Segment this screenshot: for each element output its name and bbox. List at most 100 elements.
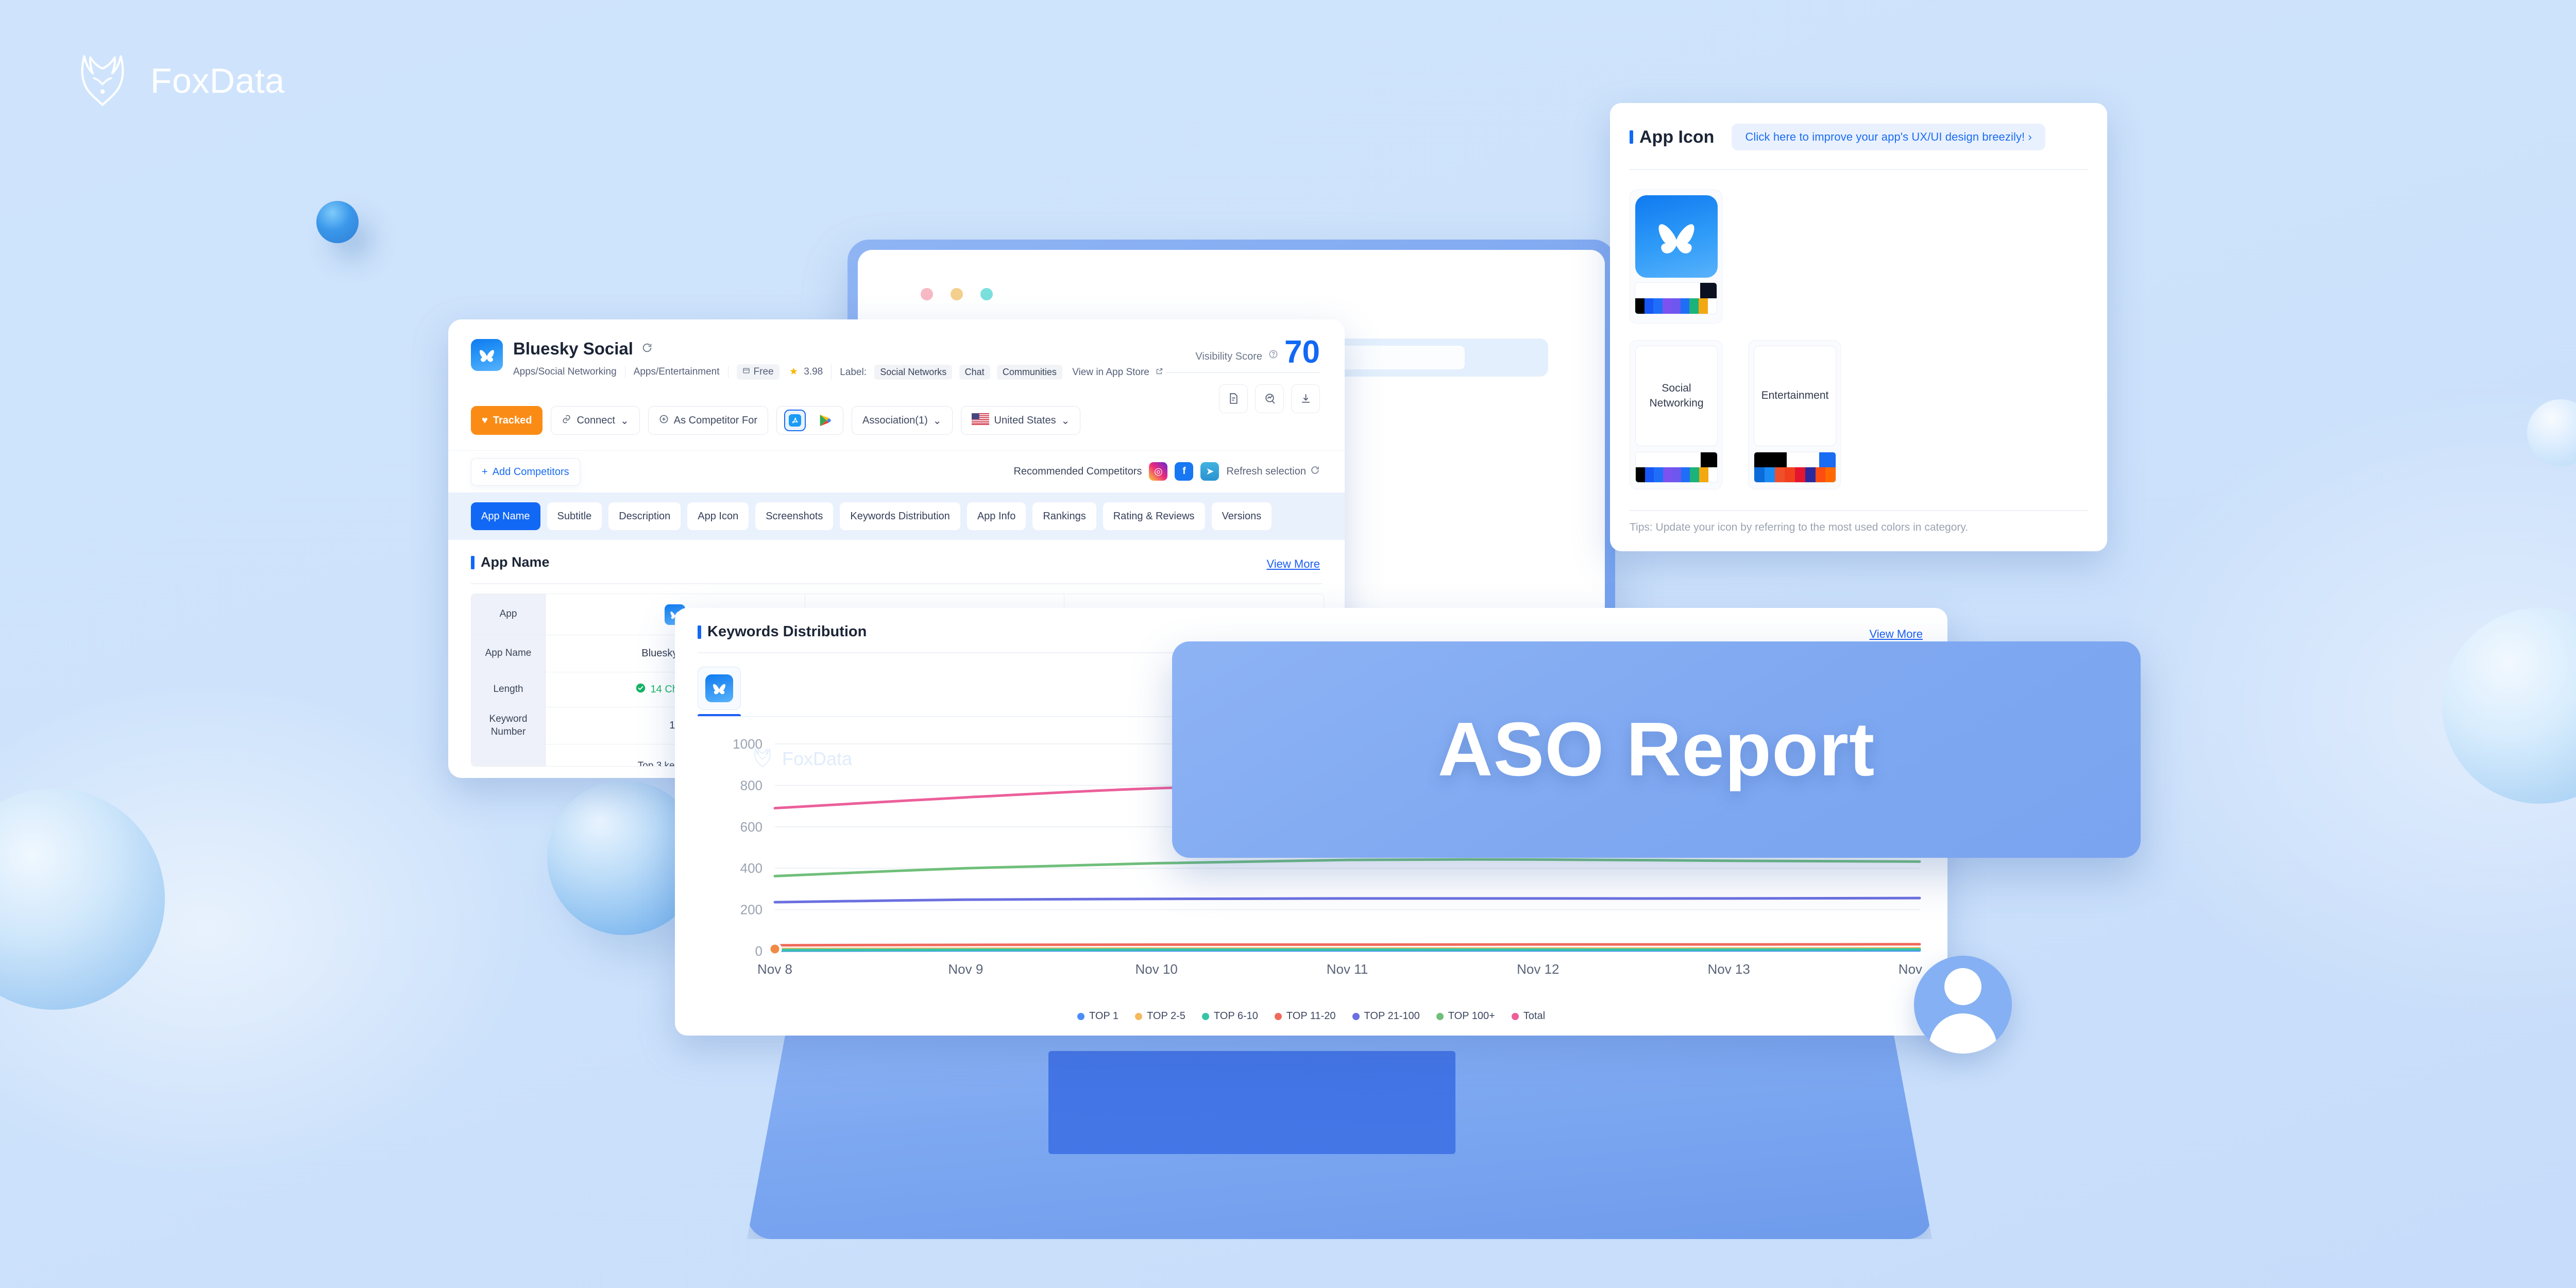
tab-screenshots[interactable]: Screenshots <box>755 502 834 530</box>
tab-versions[interactable]: Versions <box>1211 502 1272 530</box>
fox-head-icon <box>72 49 133 112</box>
tab-rankings[interactable]: Rankings <box>1032 502 1096 530</box>
help-icon[interactable] <box>1268 349 1278 367</box>
legend-item[interactable]: TOP 21-100 <box>1352 1010 1420 1022</box>
connect-button[interactable]: Connect ⌄ <box>551 406 640 435</box>
legend-item[interactable]: TOP 2-5 <box>1135 1010 1185 1022</box>
as-competitor-label: As Competitor For <box>673 414 758 426</box>
row-header: Length <box>471 672 546 707</box>
google-play-icon[interactable] <box>814 410 836 431</box>
x-axis-tick-label: Nov 12 <box>1517 961 1559 977</box>
label-chip[interactable]: Social Networks <box>874 364 953 380</box>
report-icon-button[interactable] <box>1219 384 1248 413</box>
heart-icon: ♥ <box>482 414 488 426</box>
color-swatch-cell <box>1764 467 1775 482</box>
chart-data-point-marker[interactable] <box>768 942 782 956</box>
tab-rating-and-reviews[interactable]: Rating & Reviews <box>1103 502 1205 530</box>
color-swatch-cell <box>1644 298 1654 314</box>
download-icon-button[interactable] <box>1291 384 1320 413</box>
view-more-link[interactable]: View More <box>1869 628 1923 641</box>
us-flag-icon <box>971 413 989 428</box>
x-axis-tick-label: Nov 8 <box>757 961 792 977</box>
x-axis-tick-label: Nov 11 <box>1327 961 1368 977</box>
color-swatch-cell <box>1684 452 1701 467</box>
legend-label: TOP 11-20 <box>1286 1010 1336 1022</box>
y-axis-tick-label: 600 <box>740 819 762 835</box>
country-dropdown[interactable]: United States ⌄ <box>960 406 1081 435</box>
association-dropdown[interactable]: Association(1) ⌄ <box>852 406 953 435</box>
tab-description[interactable]: Description <box>608 502 681 530</box>
app-meta-row: Apps/Social Networking Apps/Entertainmen… <box>513 364 1172 380</box>
color-swatch-cell <box>1684 283 1701 298</box>
facebook-icon[interactable]: f <box>1175 462 1194 481</box>
association-label: Association(1) <box>862 414 928 426</box>
color-swatch-cell <box>1654 467 1663 482</box>
add-competitors-button[interactable]: + Add Competitors <box>471 458 580 486</box>
tracked-button[interactable]: ♥ Tracked <box>471 406 543 435</box>
color-swatch-cell <box>1645 467 1654 482</box>
user-avatar[interactable] <box>1914 956 2012 1054</box>
brand-name: FoxData <box>150 61 285 100</box>
tab-app-name[interactable]: App Name <box>471 502 540 530</box>
avatar-body-shape <box>1929 1013 1997 1054</box>
legend-item[interactable]: Total <box>1511 1010 1545 1022</box>
legend-color-dot <box>1201 1012 1209 1020</box>
tab-app-info[interactable]: App Info <box>967 502 1026 530</box>
color-swatch-cell <box>1803 452 1820 467</box>
swatch-row-top <box>1635 283 1717 298</box>
row-header: App <box>471 594 546 635</box>
tab-subtitle[interactable]: Subtitle <box>547 502 602 530</box>
instagram-icon[interactable]: ◎ <box>1149 462 1168 481</box>
external-link-icon <box>1156 367 1163 378</box>
title-accent-bar <box>698 625 701 639</box>
tab-app-icon[interactable]: App Icon <box>687 502 749 530</box>
tab-keywords-distribution[interactable]: Keywords Distribution <box>840 502 960 530</box>
label-chip[interactable]: Chat <box>959 364 990 380</box>
category-card-entertainment[interactable]: Entertainment <box>1748 340 1841 489</box>
window-maximize-dot <box>980 288 993 300</box>
legend-color-dot <box>1274 1012 1282 1020</box>
color-swatch-cell <box>1785 467 1795 482</box>
legend-label: TOP 1 <box>1089 1010 1119 1022</box>
ux-ui-improve-cta-link[interactable]: Click here to improve your app's UX/UI d… <box>1732 124 2045 150</box>
refresh-selection-button[interactable]: Refresh selection <box>1226 465 1320 478</box>
color-swatch-cell <box>1636 452 1652 467</box>
color-swatch-cell <box>1795 467 1805 482</box>
rating-value: 3.98 <box>804 366 823 377</box>
color-swatch-cell <box>1635 283 1652 298</box>
app-store-icon[interactable] <box>784 410 806 431</box>
legend-color-dot <box>1135 1012 1143 1020</box>
as-competitor-for-button[interactable]: As Competitor For <box>648 406 769 435</box>
keywords-app-tab[interactable] <box>698 667 741 710</box>
legend-item[interactable]: TOP 100+ <box>1436 1010 1495 1022</box>
aso-report-title: ASO Report <box>1437 707 1875 792</box>
divider <box>1165 371 1320 373</box>
category-color-swatch <box>1754 452 1836 483</box>
browser-chrome-bar <box>858 250 1605 327</box>
aso-report-banner: ASO Report <box>1172 641 2141 858</box>
keywords-title-text: Keywords Distribution <box>707 623 867 640</box>
legend-item[interactable]: TOP 11-20 <box>1274 1010 1336 1022</box>
watermark-text: FoxData <box>782 748 853 769</box>
label-chip[interactable]: Communities <box>996 364 1062 380</box>
refresh-icon[interactable] <box>641 342 653 356</box>
check-circle-icon <box>635 683 646 697</box>
view-in-app-store-link[interactable]: View in App Store <box>1072 367 1149 378</box>
chevron-down-icon: ⌄ <box>1061 415 1070 427</box>
category-card-social-networking[interactable]: Social Networking <box>1630 340 1722 489</box>
legend-item[interactable]: TOP 6-10 <box>1201 1010 1258 1022</box>
main-icon-color-swatch <box>1635 282 1717 314</box>
app-icon-tip-text: Tips: Update your icon by referring to t… <box>1630 521 1969 533</box>
color-swatch-cell <box>1815 467 1826 482</box>
view-more-link[interactable]: View More <box>1266 557 1320 571</box>
chart-line-top-21-100 <box>773 896 1921 904</box>
legend-item[interactable]: TOP 1 <box>1077 1010 1118 1022</box>
store-toggle-group[interactable] <box>776 406 844 435</box>
swatch-row-top <box>1636 452 1717 467</box>
app-icon-panel-header: App Icon Click here to improve your app'… <box>1630 124 2045 150</box>
section-title-text: App Name <box>481 554 550 570</box>
telegram-icon[interactable]: ➤ <box>1200 462 1219 481</box>
analytics-icon-button[interactable] <box>1255 384 1284 413</box>
refresh-icon <box>1310 465 1320 478</box>
star-icon: ★ <box>789 366 798 377</box>
